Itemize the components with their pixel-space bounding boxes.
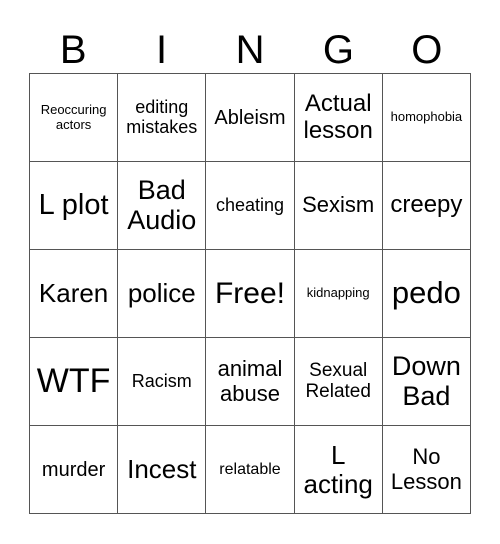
bingo-cell[interactable]: Bad Audio [118,162,207,250]
header-letter-b: B [59,28,87,72]
bingo-cell[interactable]: police [118,250,207,338]
bingo-header: B I N G O [29,28,471,72]
header-letter-g: G [322,28,354,72]
bingo-cell[interactable]: cheating [206,162,295,250]
bingo-cell[interactable]: creepy [382,162,471,250]
bingo-cell[interactable]: relatable [206,426,295,514]
bingo-cell[interactable]: kidnapping [294,250,383,338]
bingo-cell[interactable]: Sexism [294,162,383,250]
bingo-cell[interactable]: WTF [30,338,119,426]
bingo-cell[interactable]: animal abuse [206,338,295,426]
header-letter-i: I [156,28,168,72]
bingo-cell[interactable]: murder [30,426,119,514]
bingo-cell[interactable]: Incest [118,426,207,514]
bingo-cell[interactable]: Sexual Related [294,338,383,426]
bingo-cell[interactable]: Free! [206,250,295,338]
bingo-cell[interactable]: Karen [30,250,119,338]
bingo-cell[interactable]: Ableism [206,74,295,162]
bingo-cell[interactable]: L plot [30,162,119,250]
header-letter-n: N [235,28,265,72]
bingo-cell[interactable]: pedo [382,250,471,338]
bingo-grid: Reoccuring actors editing mistakes Ableism… [29,73,471,514]
bingo-cell[interactable]: editing mistakes [118,74,207,162]
bingo-cell[interactable]: Reoccuring actors [30,74,119,162]
bingo-cell[interactable]: Actual lesson [294,74,383,162]
bingo-cell[interactable]: No Lesson [382,426,471,514]
bingo-cell[interactable]: Down Bad [382,338,471,426]
bingo-cell[interactable]: Racism [118,338,207,426]
bingo-cell[interactable]: homophobia [382,74,471,162]
header-letter-o: O [411,28,443,72]
bingo-cell[interactable]: L acting [294,426,383,514]
